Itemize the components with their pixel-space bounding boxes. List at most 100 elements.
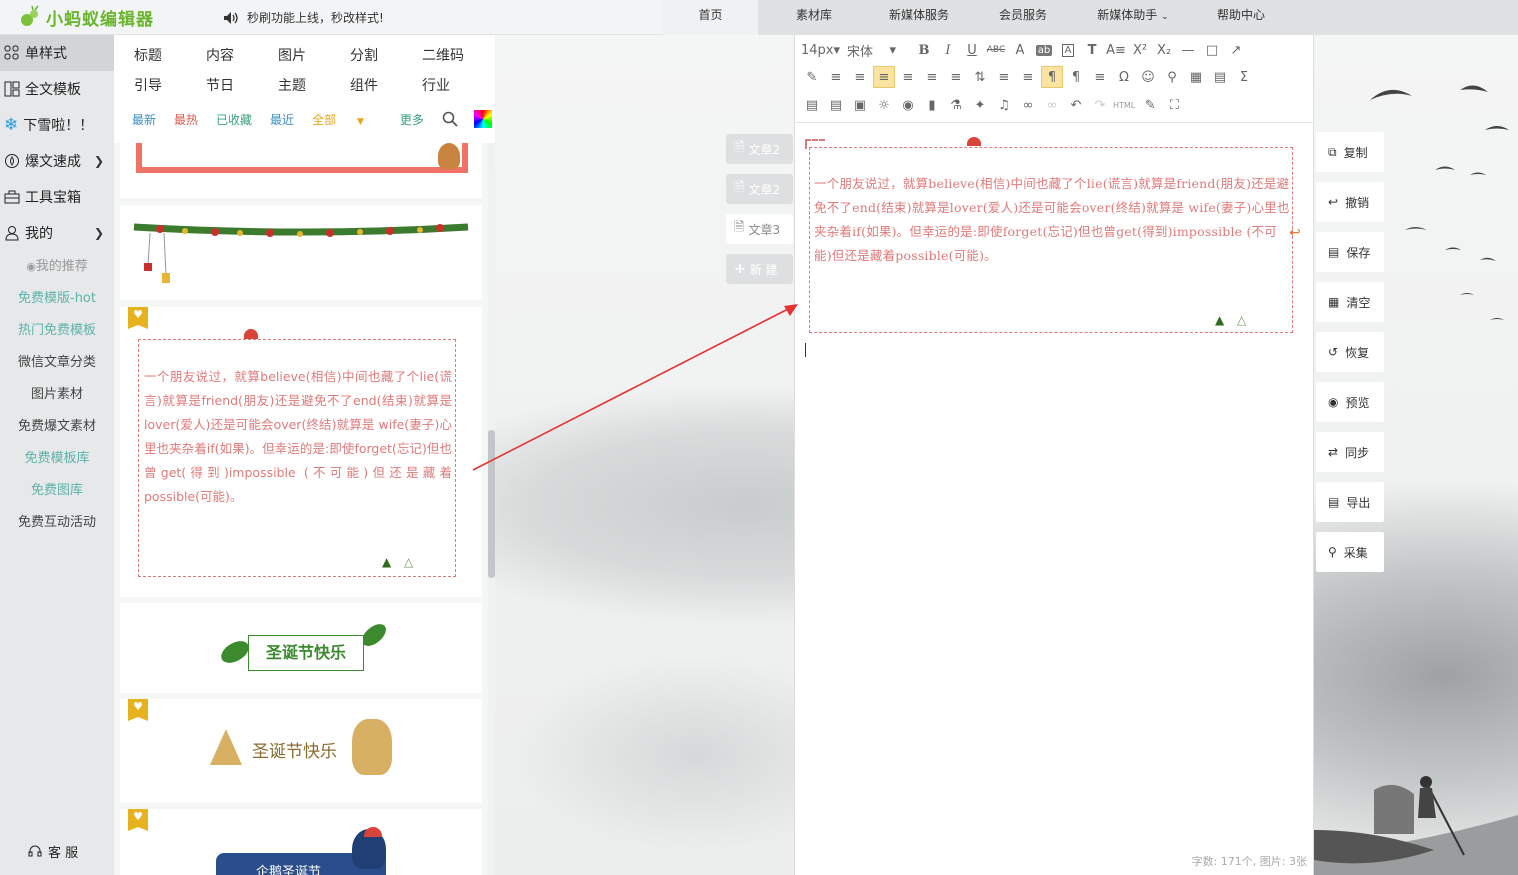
category-title[interactable]: 标题 (134, 45, 162, 65)
align-center-icon[interactable]: ≡ (897, 66, 919, 88)
sidebar-sub-free-gallery[interactable]: 免费图库 (0, 475, 114, 507)
sidebar-sub-image-materials[interactable]: 图片素材 (0, 379, 114, 411)
favorite-heart-badge[interactable]: ♥ (128, 699, 148, 721)
doc-tab-2[interactable]: 🗎 文章2 (726, 174, 793, 204)
italic-icon[interactable]: I (937, 39, 959, 61)
bold-icon[interactable]: B (913, 39, 935, 61)
sidebar-sub-free-hot[interactable]: 免费模版-hot (0, 283, 114, 315)
unlink-icon[interactable]: ∞ (1041, 94, 1063, 116)
doc-tab-3[interactable]: 🗎 文章3 (726, 214, 793, 244)
text-border-icon[interactable]: A (1057, 39, 1079, 61)
new-doc-button[interactable]: + 新 建 (726, 254, 793, 284)
copy-button[interactable]: ⧉ 复制 (1316, 132, 1384, 172)
indent-icon[interactable]: ≡ (825, 66, 847, 88)
sidebar-item-viral-article[interactable]: 爆文速成 ❯ (0, 143, 114, 179)
style-card[interactable]: ♥ 圣诞节快乐 (120, 699, 482, 803)
align-right-icon[interactable]: ≡ (921, 66, 943, 88)
category-industry[interactable]: 行业 (422, 75, 450, 95)
preview-button[interactable]: ◉ 预览 (1316, 382, 1384, 422)
style-card[interactable] (120, 143, 482, 198)
clear-button[interactable]: ▦ 清空 (1316, 282, 1384, 322)
category-component[interactable]: 组件 (350, 75, 378, 95)
outdent-icon[interactable]: ≡ (849, 66, 871, 88)
category-content[interactable]: 内容 (206, 45, 234, 65)
redo-icon[interactable]: ↷ (1089, 94, 1111, 116)
style-card[interactable] (120, 205, 482, 300)
superscript-icon[interactable]: X² (1129, 39, 1151, 61)
font-size-up-icon[interactable]: T (1081, 39, 1103, 61)
category-image[interactable]: 图片 (278, 45, 306, 65)
export-button[interactable]: ▤ 导出 (1316, 482, 1384, 522)
sidebar-sub-free-activities[interactable]: 免费互动活动 (0, 507, 114, 539)
music-icon[interactable]: ♫ (993, 94, 1015, 116)
map-icon[interactable]: ◉ (897, 94, 919, 116)
link-icon[interactable]: ∞ (1017, 94, 1039, 116)
edit-mode-icon[interactable]: ✎ (1139, 94, 1161, 116)
frame-icon[interactable]: ▣ (849, 94, 871, 116)
sidebar-item-toolbox[interactable]: 工具宝箱 (0, 179, 114, 215)
format-painter-icon[interactable]: ⚗ (945, 94, 967, 116)
subscript-icon[interactable]: X₂ (1153, 39, 1175, 61)
filter-favorited[interactable]: 已收藏 (216, 111, 252, 128)
sidebar-item-mine[interactable]: 我的 ❯ (0, 215, 114, 251)
magic-wand-icon[interactable]: ✦ (969, 94, 991, 116)
style-card[interactable]: 圣诞节快乐 (120, 603, 482, 693)
search-icon[interactable] (442, 111, 458, 127)
style-card[interactable]: ♥ 企鹅圣诞节 (120, 809, 482, 875)
letter-spacing-icon[interactable]: A≡ (1105, 39, 1127, 61)
strikethrough-icon[interactable]: ABC (985, 39, 1007, 61)
nav-help[interactable]: 帮助中心 (1188, 0, 1294, 35)
nav-home[interactable]: 首页 (663, 0, 758, 35)
font-size-select[interactable]: 14px ▾ (801, 39, 845, 61)
filter-newest[interactable]: 最新 (132, 111, 156, 128)
collect-button[interactable]: ⚲ 采集 (1316, 532, 1384, 572)
sidebar-sub-free-viral[interactable]: 免费爆文素材 (0, 411, 114, 443)
eraser-icon[interactable]: ✎ (801, 66, 823, 88)
nav-media-services[interactable]: 新媒体服务 (870, 0, 968, 35)
video-icon[interactable]: ▮ (921, 94, 943, 116)
horizontal-rule-icon[interactable]: — (1177, 39, 1199, 61)
emoji-icon[interactable]: ☺ (1137, 66, 1159, 88)
customer-service[interactable]: 客 服 (28, 842, 78, 861)
save-button[interactable]: ▤ 保存 (1316, 232, 1384, 272)
category-divider[interactable]: 分割 (350, 45, 378, 65)
sidebar-sub-wechat-categories[interactable]: 微信文章分类 (0, 347, 114, 379)
image-icon[interactable]: ▤ (801, 94, 823, 116)
favorite-heart-badge[interactable]: ♥ (128, 809, 148, 831)
sidebar-item-snow[interactable]: ❄ 下雪啦！！ (0, 107, 114, 143)
list-icon[interactable]: ≡ (1017, 66, 1039, 88)
category-guide[interactable]: 引导 (134, 75, 162, 95)
table-icon[interactable]: ▦ (1185, 66, 1207, 88)
nav-materials[interactable]: 素材库 (758, 0, 870, 35)
font-color-icon[interactable]: A (1009, 39, 1031, 61)
scrawl-icon[interactable]: ☼ (873, 94, 895, 116)
insert-row-icon[interactable]: ≡ (1089, 66, 1111, 88)
logo[interactable]: 小蚂蚁编辑器 (18, 4, 154, 30)
align-justify-icon[interactable]: ≡ (945, 66, 967, 88)
sync-button[interactable]: ⇄ 同步 (1316, 432, 1384, 472)
undo-button[interactable]: ↩ 撤销 (1316, 182, 1384, 222)
filter-all-dropdown[interactable]: 全部 ▼ (312, 111, 382, 128)
html-source-button[interactable]: HTML (1113, 94, 1135, 116)
special-char-icon[interactable]: Ω (1113, 66, 1135, 88)
category-holiday[interactable]: 节日 (206, 75, 234, 95)
sidebar-sub-hot-free[interactable]: 热门免费模板 (0, 315, 114, 347)
font-family-select[interactable]: 宋体 ▾ (847, 39, 911, 61)
undo-icon[interactable]: ↶ (1065, 94, 1087, 116)
underline-icon[interactable]: U (961, 39, 983, 61)
multi-image-icon[interactable]: ▤ (825, 94, 847, 116)
sidebar-item-single-style[interactable]: 单样式 (0, 35, 114, 71)
filter-hottest[interactable]: 最热 (174, 111, 198, 128)
category-theme[interactable]: 主题 (278, 75, 306, 95)
gallery-scrollbar[interactable] (488, 430, 495, 578)
page-icon[interactable]: □ (1201, 39, 1223, 61)
align-left-icon[interactable]: ≡ (873, 66, 895, 88)
sidebar-sub-free-template-lib[interactable]: 免费模板库 (0, 443, 114, 475)
formula-icon[interactable]: Σ (1233, 66, 1255, 88)
favorite-heart-badge[interactable]: ♥ (128, 307, 148, 329)
background-color-icon[interactable]: ab (1033, 39, 1055, 61)
sidebar-sub-my-recommend[interactable]: ◉我的推荐 (0, 251, 114, 283)
restore-button[interactable]: ↺ 恢复 (1316, 332, 1384, 372)
style-card[interactable]: ♥ 一个朋友说过，就算believe(相信)中间也藏了个lie(谎言)就算是fr… (120, 307, 482, 597)
category-qrcode[interactable]: 二维码 (422, 45, 464, 65)
